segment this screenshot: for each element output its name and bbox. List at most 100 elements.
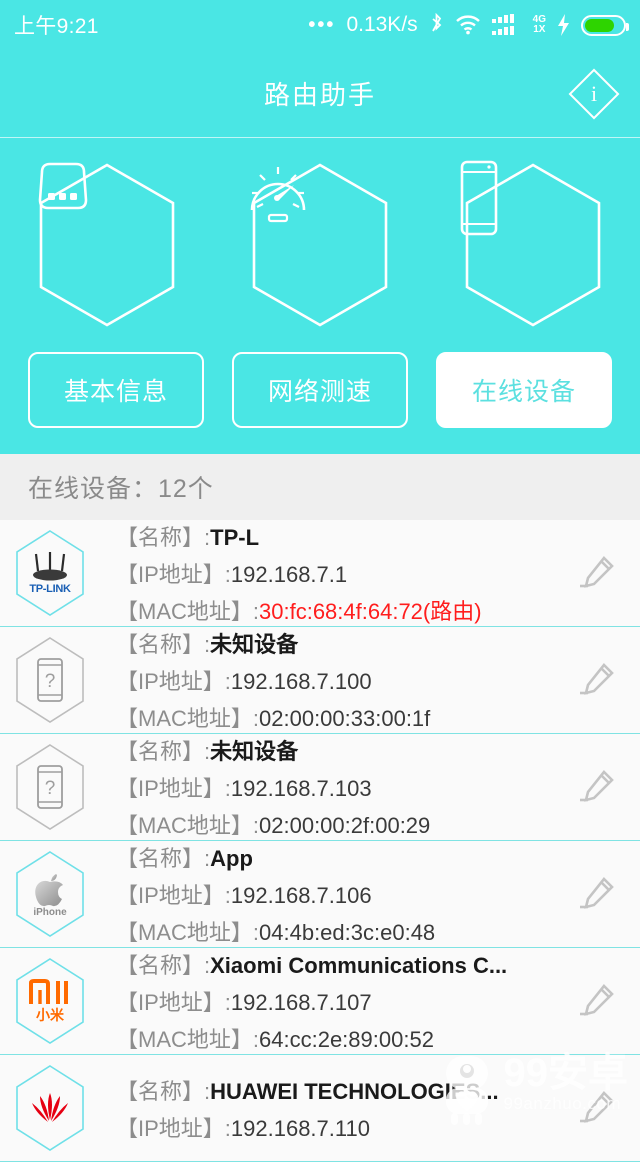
app-header: 路由助手 i [0, 50, 640, 138]
device-info: 【名称】:Xiaomi Communications C... 【IP地址】:1… [100, 948, 564, 1054]
ip-label: 【IP地址】: [116, 990, 231, 1015]
device-ip-value: 192.168.7.100 [230, 669, 372, 694]
device-name-line: 【名称】:未知设备 [116, 734, 564, 766]
status-more-dots-icon: ••• [308, 14, 336, 36]
network-type-indicator: 4G 1X [533, 15, 546, 35]
device-info: 【名称】:未知设备 【IP地址】:192.168.7.103 【MAC地址】:0… [100, 734, 564, 840]
device-name-value: HUAWEI TECHNOLOGIES... [210, 1078, 499, 1104]
device-ip-value: 192.168.7.103 [230, 776, 372, 801]
router-antennas-icon [33, 551, 67, 580]
tab-basic-info[interactable]: 基本信息 [28, 352, 204, 428]
tab-network-speed[interactable]: 网络测速 [232, 352, 408, 428]
device-mac-value: 04:4b:ed:3c:e0:48 [259, 920, 436, 945]
network-type-1x: 1X [533, 24, 546, 35]
table-row[interactable]: iPhone 【名称】:App 【IP地址】:192.168.7.106 【MA… [0, 841, 640, 948]
edit-device-button[interactable] [564, 981, 630, 1021]
status-time: 上午9:21 [14, 15, 99, 38]
smartphone-icon [461, 160, 498, 236]
device-name-value: 未知设备 [210, 739, 299, 764]
pencil-edit-icon [580, 984, 614, 1016]
device-name-line: 【名称】:TP-L [116, 520, 564, 552]
table-row[interactable]: ? 【名称】:未知设备 【IP地址】:192.168.7.100 【MAC地址】… [0, 627, 640, 734]
iphone-wordmark: iPhone [33, 907, 67, 918]
device-name-value: TP-L [210, 525, 260, 550]
device-name-value: 未知设备 [210, 632, 299, 657]
xiaomi-logo-icon: 小米 [28, 977, 72, 1025]
device-ip-value: 192.168.7.106 [230, 883, 372, 908]
info-button[interactable]: i [568, 68, 620, 120]
device-info: 【名称】:TP-L 【IP地址】:192.168.7.1 【MAC地址】:30:… [100, 520, 564, 626]
mac-label: 【MAC地址】: [116, 813, 260, 838]
edit-device-button[interactable] [564, 874, 630, 914]
mac-label: 【MAC地址】: [116, 706, 260, 731]
name-label: 【名称】: [116, 525, 211, 550]
edit-device-button[interactable] [564, 767, 630, 807]
ip-label: 【IP地址】: [116, 562, 231, 587]
name-label: 【名称】: [116, 846, 211, 871]
device-avatar [0, 1058, 100, 1158]
router-icon [38, 162, 87, 210]
status-icons-group: ••• 0.13K/s 4G 1X [308, 13, 629, 37]
name-label: 【名称】: [116, 739, 211, 764]
table-row[interactable]: TP-LINK 【名称】:TP-L 【IP地址】:192.168.7.1 【MA… [0, 520, 640, 627]
ip-label: 【IP地址】: [116, 1115, 231, 1141]
device-info: 【名称】:HUAWEI TECHNOLOGIES... 【IP地址】:192.1… [100, 1074, 564, 1143]
device-list[interactable]: TP-LINK 【名称】:TP-L 【IP地址】:192.168.7.1 【MA… [0, 520, 640, 1162]
hexagon-outline-icon [16, 1065, 84, 1151]
device-avatar: ? [0, 630, 100, 730]
device-info: 【名称】:App 【IP地址】:192.168.7.106 【MAC地址】:04… [100, 841, 564, 947]
online-devices-section-header: 在线设备：12个 [0, 454, 640, 520]
charging-bolt-icon [558, 14, 569, 36]
device-ip-line: 【IP地址】:192.168.7.106 [116, 878, 564, 910]
feature-hexagon-row [0, 138, 640, 334]
device-ip-value: 192.168.7.110 [230, 1115, 370, 1141]
tp-link-logo-icon: TP-LINK [25, 551, 75, 595]
device-ip-line: 【IP地址】:192.168.7.1 [116, 557, 564, 589]
pencil-edit-icon [580, 556, 614, 588]
battery-icon [581, 14, 629, 36]
ip-label: 【IP地址】: [116, 883, 231, 908]
edit-device-button[interactable] [564, 660, 630, 700]
edit-device-button[interactable] [564, 553, 630, 593]
device-mac-line: 【MAC地址】:02:00:00:2f:00:29 [116, 808, 564, 840]
device-mac-value: 30:fc:68:4f:64:72(路由) [259, 599, 482, 624]
bluetooth-icon [431, 13, 441, 32]
device-info: 【名称】:未知设备 【IP地址】:192.168.7.100 【MAC地址】:0… [100, 627, 564, 733]
signal-bars-icon [491, 14, 514, 35]
device-name-line: 【名称】:Xiaomi Communications C... [116, 948, 564, 980]
speedtest-hex-icon[interactable] [245, 160, 395, 330]
apple-icon [35, 874, 63, 907]
hexagon-outline-icon [16, 637, 84, 723]
ip-label: 【IP地址】: [116, 776, 231, 801]
device-avatar: iPhone [0, 844, 100, 944]
xiaomi-wordmark: 小米 [36, 1007, 64, 1023]
mi-icon [29, 979, 68, 1004]
device-name-line: 【名称】:App [116, 841, 564, 873]
pencil-edit-icon [580, 1091, 614, 1123]
hexagon-outline-icon [16, 744, 84, 830]
edit-device-button[interactable] [564, 1088, 630, 1128]
wifi-icon [455, 15, 480, 35]
speedometer-icon [250, 167, 306, 223]
device-mac-value: 64:cc:2e:89:00:52 [259, 1027, 434, 1052]
mac-label: 【MAC地址】: [116, 599, 260, 624]
table-row[interactable]: 小米 【名称】:Xiaomi Communications C... 【IP地址… [0, 948, 640, 1055]
status-bar: 上午9:21 ••• 0.13K/s 4G 1X [0, 0, 640, 50]
device-avatar: ? [0, 737, 100, 837]
device-mac-line: 【MAC地址】:30:fc:68:4f:64:72(路由) [116, 594, 564, 626]
device-mac-line: 【MAC地址】:04:4b:ed:3c:e0:48 [116, 915, 564, 947]
tab-online-devices[interactable]: 在线设备 [436, 352, 612, 428]
mac-label: 【MAC地址】: [116, 1027, 260, 1052]
table-row[interactable]: ? 【名称】:未知设备 【IP地址】:192.168.7.103 【MAC地址】… [0, 734, 640, 841]
table-row[interactable]: 【名称】:HUAWEI TECHNOLOGIES... 【IP地址】:192.1… [0, 1055, 640, 1162]
device-avatar: TP-LINK [0, 523, 100, 623]
device-name-line: 【名称】:HUAWEI TECHNOLOGIES... [116, 1074, 564, 1106]
device-mac-value: 02:00:00:33:00:1f [259, 706, 431, 731]
pencil-edit-icon [580, 663, 614, 695]
devices-hex-icon[interactable] [458, 160, 608, 330]
device-ip-line: 【IP地址】:192.168.7.103 [116, 771, 564, 803]
name-label: 【名称】: [116, 632, 211, 657]
router-hex-icon[interactable] [32, 160, 182, 330]
device-mac-value: 02:00:00:2f:00:29 [259, 813, 431, 838]
mac-label: 【MAC地址】: [116, 920, 260, 945]
